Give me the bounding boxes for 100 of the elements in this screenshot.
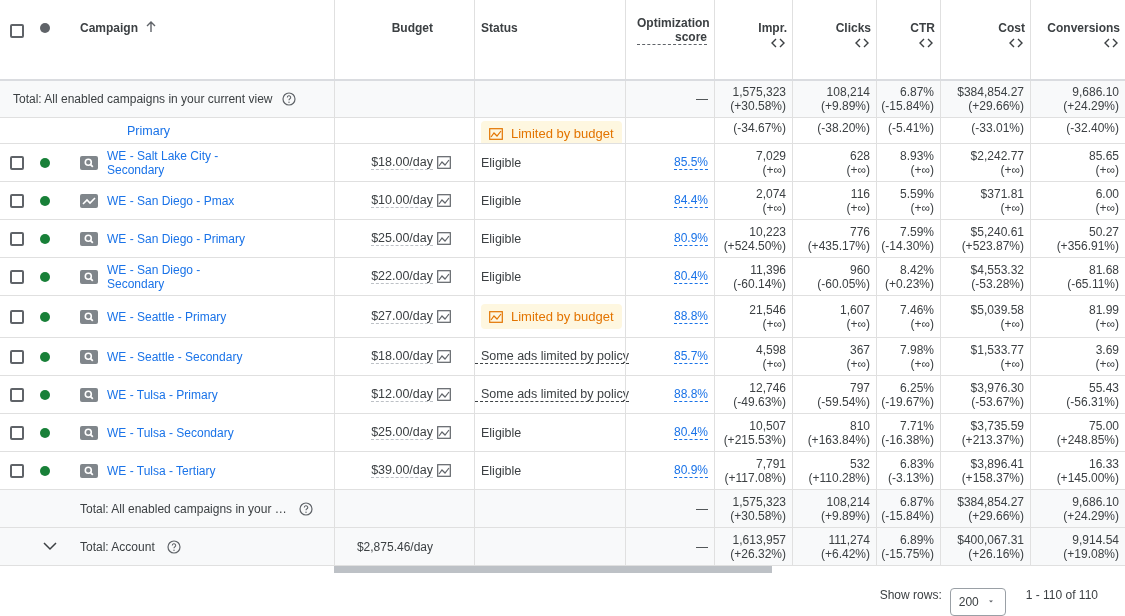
rows-per-page-select[interactable]: 200 [949,587,1006,616]
chart-icon[interactable] [437,310,451,323]
chart-icon[interactable] [437,270,451,283]
column-header[interactable]: Cost [998,21,1025,35]
checkbox[interactable] [10,231,24,246]
metric-change: (-15.84%) [881,99,934,113]
column-header[interactable]: Campaign [80,21,138,35]
column-header[interactable]: CTR [910,21,935,35]
campaign-link[interactable]: Primary [127,124,171,138]
score-link[interactable]: 85.7% [673,349,708,364]
search-icon [80,309,98,324]
metric-value: $371.81 [980,186,1024,201]
budget-value[interactable]: $25.00/day [371,231,433,246]
help-icon[interactable] [282,92,297,106]
campaign-link[interactable]: WE - Seattle - Secondary [107,349,243,364]
budget-value[interactable]: $18.00/day [371,155,433,170]
score-link[interactable]: 88.8% [673,387,708,402]
checkbox[interactable] [10,349,24,364]
metric-value: 797 [849,380,870,395]
chevron-icon[interactable] [43,542,57,551]
expand-icon[interactable] [771,38,785,48]
chart-icon[interactable] [437,156,451,169]
chart-icon[interactable] [437,426,451,439]
metric-change: (+∞) [1000,356,1024,371]
campaign-link[interactable]: WE - San Diego - Primary [107,231,246,246]
metric-value: 1,607 [839,302,870,317]
scrollbar-thumb[interactable] [334,566,772,573]
campaign-link[interactable]: WE - San Diego - Secondary [107,262,255,291]
help-icon[interactable] [166,539,181,554]
expand-icon[interactable] [1104,38,1118,48]
campaign-link[interactable]: WE - Tulsa - Tertiary [107,463,216,478]
column-header[interactable]: Impr. [758,21,787,35]
campaign-link[interactable]: WE - Tulsa - Primary [107,387,218,402]
budget-value[interactable]: $39.00/day [371,463,433,478]
metric-value: $1,533.77 [970,342,1024,357]
metric-change: (-53.67%) [971,394,1024,409]
checkbox[interactable] [10,463,24,478]
metric-value: 108,214 [826,494,870,509]
budget-value[interactable]: $22.00/day [371,269,433,284]
checkbox[interactable] [10,309,24,324]
checkbox[interactable] [10,269,24,284]
sort-arrow-icon[interactable] [146,21,156,33]
score-link[interactable]: 80.4% [673,425,708,440]
score-value: — [696,92,708,106]
column-header[interactable]: Budget [391,21,433,35]
metric-value: 3.69 [1095,342,1119,357]
budget-value[interactable]: $18.00/day [371,349,433,364]
metric-change: (+∞) [762,316,786,331]
expand-icon[interactable] [919,38,933,48]
metric-change: (+26.32%) [730,546,786,561]
column-header[interactable]: Clicks [835,21,871,35]
chart-icon[interactable] [437,350,451,363]
status-text: Eligible [480,425,522,440]
checkbox[interactable] [10,24,24,38]
metric-change: (-33.01%) [971,121,1024,135]
metric-change: (+∞) [846,316,870,331]
checkbox[interactable] [10,425,24,440]
metric-value: 108,214 [826,85,870,99]
chart-icon[interactable] [437,194,451,207]
budget-value[interactable]: $27.00/day [371,309,433,324]
metric-value: 9,686.10 [1072,494,1119,509]
chart-icon[interactable] [437,464,451,477]
score-link[interactable]: 80.9% [673,463,708,478]
checkbox[interactable] [10,387,24,402]
metric-change: (+∞) [910,356,934,371]
expand-icon[interactable] [1009,38,1023,48]
metric-change: (+158.37%) [961,470,1024,485]
metric-change: (+524.50%) [723,238,786,253]
column-header[interactable]: Optimization score [637,16,707,45]
checkbox[interactable] [10,155,24,170]
budget-value: $2,875.46/day [356,539,434,554]
score-link[interactable]: 80.9% [673,231,708,246]
column-header[interactable]: Status [481,21,518,35]
budget-value[interactable]: $10.00/day [371,193,433,208]
budget-value[interactable]: $12.00/day [371,387,433,402]
score-link[interactable]: 80.4% [673,269,708,284]
campaign-link[interactable]: WE - Salt Lake City - Secondary [107,148,255,177]
campaign-link[interactable]: WE - Seattle - Primary [107,309,227,324]
metric-value: 1,613,957 [732,532,786,547]
page-range: 1 - 110 of 110 [1025,587,1098,602]
score-link[interactable]: 85.5% [673,155,708,170]
metric-value: 75.00 [1088,418,1119,433]
score-value: — [696,501,708,516]
column-header[interactable]: Conversions [1047,21,1120,35]
chart-icon[interactable] [437,232,451,245]
chart-icon[interactable] [437,388,451,401]
metric-change: (+29.66%) [968,508,1024,523]
expand-icon[interactable] [855,38,869,48]
chart-icon [489,127,503,140]
campaign-link[interactable]: WE - San Diego - Pmax [107,193,235,208]
help-icon[interactable] [298,501,313,516]
budget-value[interactable]: $25.00/day [371,425,433,440]
metric-change: (+19.08%) [1063,546,1119,561]
metric-value: $384,854.27 [957,85,1024,99]
total-label: Total: All enabled campaigns in your … [80,501,287,516]
campaign-link[interactable]: WE - Tulsa - Secondary [107,425,234,440]
score-link[interactable]: 84.4% [673,193,708,208]
score-link[interactable]: 88.8% [673,309,708,324]
metric-change: (-5.41%) [888,121,934,135]
checkbox[interactable] [10,193,24,208]
